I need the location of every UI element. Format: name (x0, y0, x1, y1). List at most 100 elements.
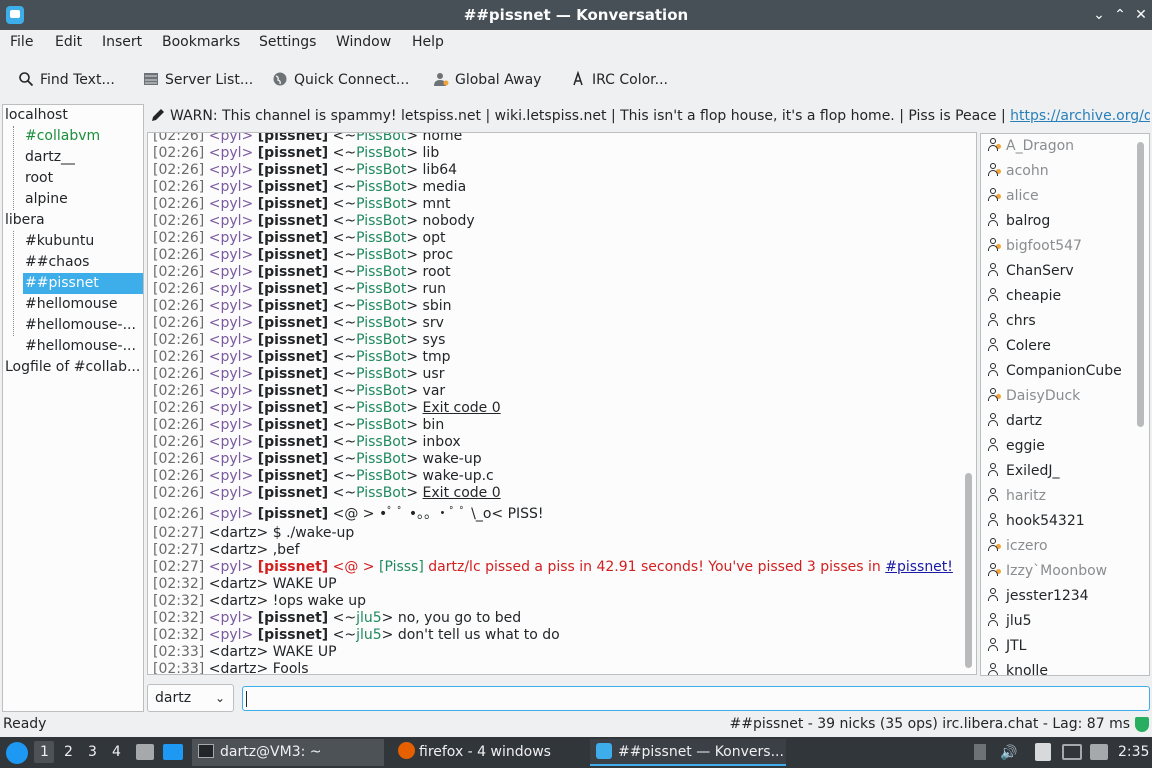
clock[interactable]: 2:35 (1118, 737, 1149, 768)
nick-relay: <pyl> (208, 434, 254, 450)
timestamp: [02:26] (153, 485, 205, 501)
nick-list-item[interactable]: jlu5 (987, 609, 1032, 634)
menu-file[interactable]: File (10, 34, 33, 50)
edit-pencil-icon[interactable] (150, 107, 166, 123)
tree-channel-chaos[interactable]: ##chaos (25, 252, 89, 273)
tree-channel-collabvm[interactable]: #collabvm (25, 126, 100, 147)
desktop-1[interactable]: 1 (40, 744, 49, 760)
network-tag: [pissnet] (257, 332, 329, 348)
battery-icon[interactable] (974, 744, 986, 760)
menu-bookmarks[interactable]: Bookmarks (162, 34, 240, 50)
nick-list-item[interactable]: dartz (987, 409, 1042, 434)
nick-list-item[interactable]: ChanServ (987, 259, 1074, 284)
nick-list-item[interactable]: bigfoot547 (987, 234, 1082, 259)
nick-list-item[interactable]: haritz (987, 484, 1046, 509)
tree-channel-hellomouse[interactable]: #hellomouse (25, 294, 118, 315)
desktop-2[interactable]: 2 (64, 744, 73, 760)
tree-query-alpine[interactable]: alpine (25, 189, 68, 210)
desktop-4[interactable]: 4 (112, 744, 121, 760)
tree-channel-kubuntu[interactable]: #kubuntu (25, 231, 94, 252)
task-konversation[interactable]: ##pissnet — Konvers... (590, 739, 786, 766)
clipboard-icon[interactable] (1035, 743, 1051, 761)
maximize-icon[interactable]: ⌃ (1110, 5, 1130, 25)
channel-link[interactable]: #pissnet! (885, 559, 953, 575)
task-terminal[interactable]: dartz@VM3: ~ (192, 739, 384, 766)
message-input[interactable] (242, 686, 1150, 711)
menu-settings[interactable]: Settings (259, 34, 316, 50)
nick-list-item[interactable]: Colere (987, 334, 1051, 359)
nick-name: alice (1006, 188, 1039, 204)
nick-list-item[interactable]: DaisyDuck (987, 384, 1080, 409)
nick-suffix: > (406, 468, 423, 484)
nick-list-item[interactable]: CompanionCube (987, 359, 1122, 384)
nick-list-item[interactable]: knolle (987, 659, 1048, 675)
chat-line: [02:26] <pyl> [pissnet] <~PissBot> srv (153, 315, 444, 332)
desktop-3[interactable]: 3 (88, 744, 97, 760)
menu-help[interactable]: Help (412, 34, 444, 50)
close-icon[interactable]: ✕ (1131, 5, 1151, 25)
channel-tree: localhost #collabvm dartz__ root alpine … (2, 104, 144, 712)
nick-list: A_Dragonacohn alice balrog bigfoot547 ChanSe… (980, 133, 1150, 676)
menu-edit[interactable]: Edit (55, 34, 82, 50)
find-text-button[interactable]: Find Text... (18, 68, 115, 92)
nick-list-item[interactable]: cheapie (987, 284, 1061, 309)
user-icon (987, 613, 1000, 626)
nick-relay: <pyl> (208, 179, 254, 195)
network-icon[interactable] (1062, 744, 1082, 760)
nick-list-item[interactable]: acohn (987, 159, 1049, 184)
volume-icon[interactable]: 🔊 (1000, 745, 1017, 761)
nick-suffix: > (406, 145, 423, 161)
timestamp: [02:33] (153, 661, 205, 675)
menu-insert[interactable]: Insert (102, 34, 142, 50)
timestamp: [02:26] (153, 400, 205, 416)
tree-query-dartz[interactable]: dartz__ (25, 147, 75, 168)
bot-nick: PissBot (356, 247, 407, 263)
minimize-icon[interactable]: ⌄ (1089, 5, 1109, 25)
device-notifier-icon[interactable] (1090, 744, 1108, 760)
tree-channel-hellomouse-2[interactable]: #hellomouse-... (25, 315, 141, 336)
nickname-selector[interactable]: dartz ⌄ (147, 684, 234, 712)
bot-nick: PissBot (356, 298, 407, 314)
quick-connect-button[interactable]: Quick Connect... (272, 68, 409, 92)
show-desktop-icon[interactable] (163, 744, 183, 760)
nick-list-item[interactable]: Izzy`Moonbow (987, 559, 1107, 584)
nick-prefix: <~ (332, 264, 357, 280)
nick-list-item[interactable]: balrog (987, 209, 1050, 234)
nick-list-item[interactable]: alice (987, 184, 1039, 209)
nick-name: acohn (1006, 163, 1049, 179)
topic-link[interactable]: https://archive.org/det... (1010, 108, 1150, 124)
tree-channel-pissnet[interactable]: ##pissnet (23, 273, 143, 294)
tree-server-libera[interactable]: libera (5, 210, 45, 231)
nick-list-item[interactable]: eggie (987, 434, 1045, 459)
menu-window[interactable]: Window (336, 34, 391, 50)
nick-list-item[interactable]: jesster1234 (987, 584, 1089, 609)
nick-suffix: > (406, 349, 423, 365)
message-text: root (422, 264, 451, 280)
nick-prefix: <~ (332, 145, 357, 161)
chat-scrollbar[interactable] (965, 473, 972, 668)
tree-server-localhost[interactable]: localhost (5, 105, 68, 126)
file-manager-icon[interactable] (136, 744, 154, 760)
nick-list-scrollbar[interactable] (1137, 142, 1144, 427)
tree-channel-hellomouse-3[interactable]: #hellomouse-... (25, 336, 141, 357)
nick-list-item[interactable]: iczero (987, 534, 1048, 559)
application-launcher-icon[interactable] (6, 742, 28, 764)
irc-color-button[interactable]: IRC Color... (570, 68, 668, 92)
nick-relay: <pyl> (208, 145, 254, 161)
nick-list-item[interactable]: ExiledJ_ (987, 459, 1060, 484)
tree-logfile-collabvm[interactable]: Logfile of #collab... (5, 357, 141, 378)
global-away-button[interactable]: Global Away (433, 68, 541, 92)
timestamp: [02:33] (153, 644, 205, 660)
nick-list-item[interactable]: A_Dragon (987, 134, 1074, 159)
bot-nick: PissBot (356, 196, 407, 212)
tree-query-root[interactable]: root (25, 168, 53, 189)
bot-tag: [Pisss] (378, 559, 424, 575)
chat-line: [02:26] <pyl> [pissnet] <~PissBot> wake-… (153, 468, 494, 485)
nick-list-item[interactable]: chrs (987, 309, 1036, 334)
server-list-button[interactable]: Server List... (143, 68, 253, 92)
message-text: var (422, 383, 446, 399)
nick-list-item[interactable]: hook54321 (987, 509, 1085, 534)
channel-topic: WARN: This channel is spammy! letspiss.n… (150, 104, 1150, 128)
task-firefox[interactable]: firefox - 4 windows (392, 739, 584, 766)
nick-list-item[interactable]: JTL (987, 634, 1026, 659)
